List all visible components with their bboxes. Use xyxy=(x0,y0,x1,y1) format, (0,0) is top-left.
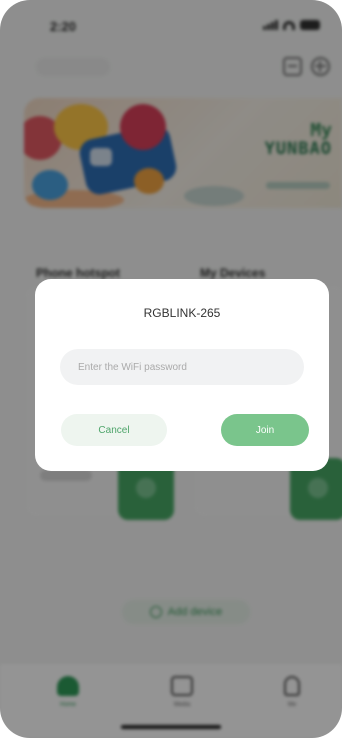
cancel-button[interactable]: Cancel xyxy=(61,414,167,446)
dialog-title: RGBLINK-265 xyxy=(143,306,221,320)
join-button[interactable]: Join xyxy=(221,414,309,446)
phone-screen: 2:20 My YUNBAO Phone hotspot My Devices … xyxy=(0,0,342,738)
password-input[interactable] xyxy=(60,349,304,385)
wifi-password-dialog: RGBLINK-265 Cancel Join xyxy=(35,279,329,471)
